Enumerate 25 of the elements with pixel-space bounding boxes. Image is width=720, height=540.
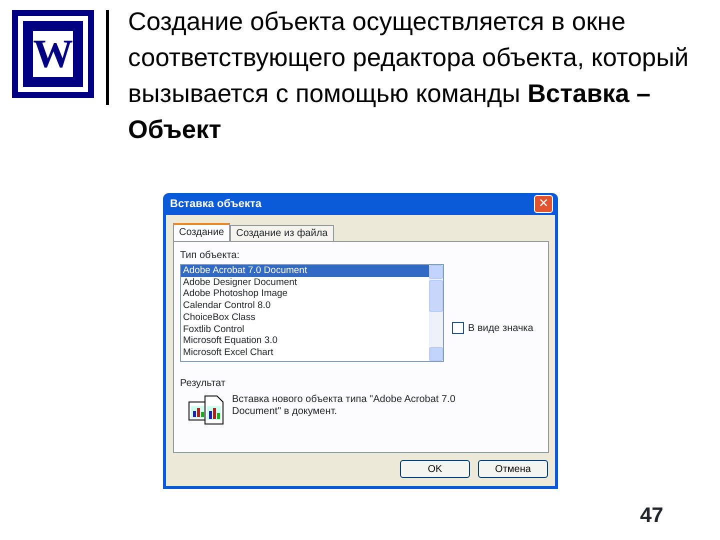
- checkbox-label: В виде значка: [468, 322, 534, 336]
- list-item[interactable]: Microsoft Equation 3.0: [181, 335, 429, 347]
- result-description: Вставка нового объекта типа "Adobe Acrobat 7.0 Document" в документ.: [232, 394, 456, 419]
- window-title: Вставка объекта: [170, 196, 262, 212]
- tab[interactable]: Создание из файла: [230, 225, 334, 241]
- ok-button[interactable]: OK: [400, 460, 470, 478]
- documents-icon: [188, 394, 224, 426]
- word-logo-icon: W: [12, 10, 94, 98]
- cancel-button[interactable]: Отмена: [478, 460, 548, 478]
- scrollbar[interactable]: [429, 265, 443, 361]
- result-label: Результат: [180, 377, 226, 391]
- page-number: 47: [640, 503, 664, 529]
- list-item[interactable]: Adobe Photoshop Image: [181, 288, 429, 300]
- list-item[interactable]: Microsoft Excel Chart: [181, 346, 429, 359]
- slide-heading: Создание объекта осуществляется в окне соответствующего редактора объекта, который вызывается с помощью команды Вставка – Объект: [128, 7, 690, 146]
- list-item[interactable]: Calendar Control 8.0: [181, 300, 429, 312]
- list-item[interactable]: Adobe Designer Document: [181, 276, 429, 288]
- list-item[interactable]: Adobe Acrobat 7.0 Document: [181, 265, 429, 277]
- list-label: Тип объекта:: [180, 249, 241, 263]
- checkbox[interactable]: [452, 322, 464, 334]
- list-item[interactable]: ChoiceBox Class: [181, 312, 429, 324]
- object-type-list[interactable]: Adobe Acrobat 7.0 Document Adobe Designer Document Adobe Photoshop Image Calendar Control 8.0 ChoiceBox Class Foxtlib Control Microsoft Equation 3.0 Microsoft Excel Chart: [180, 264, 444, 362]
- list-item[interactable]: Foxtlib Control: [181, 324, 429, 336]
- close-button[interactable]: ×: [534, 195, 553, 213]
- tab[interactable]: Создание: [173, 223, 230, 241]
